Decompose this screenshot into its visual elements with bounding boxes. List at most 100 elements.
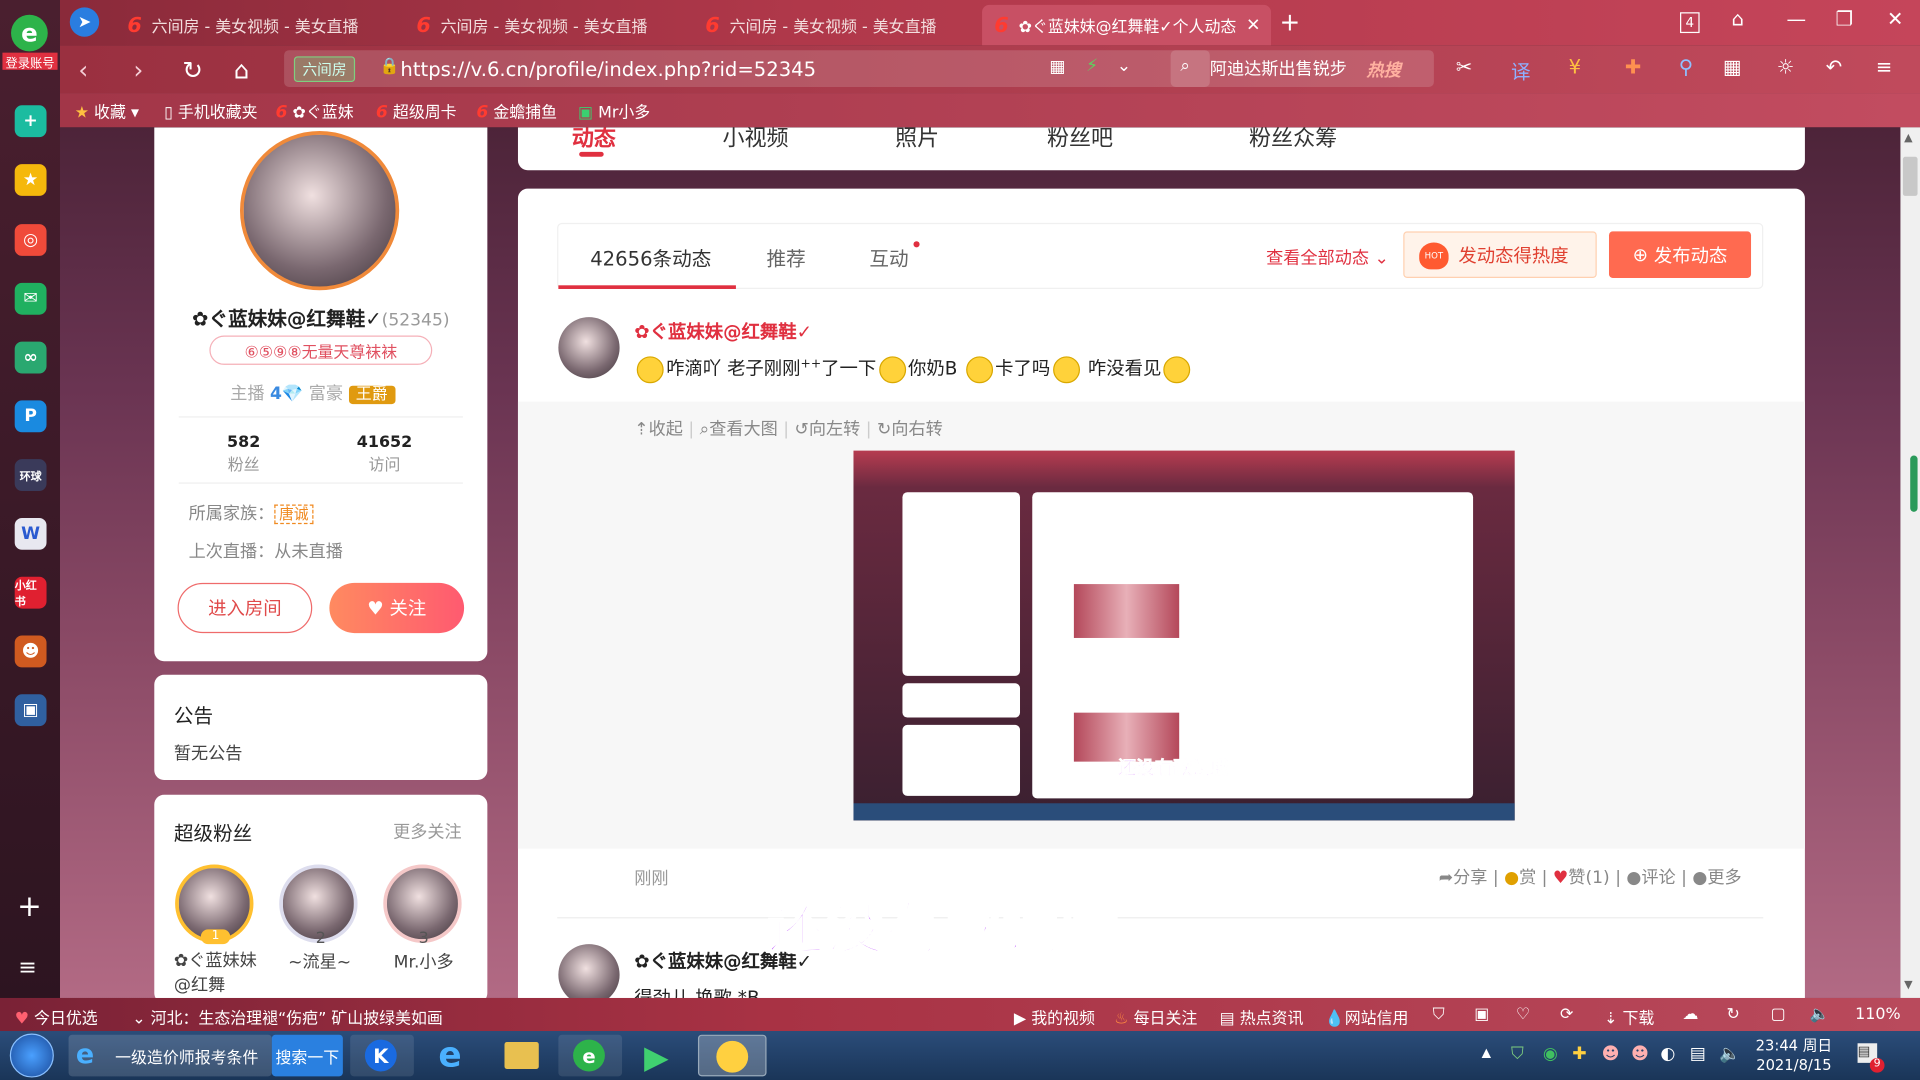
bookmark-fishing[interactable]: 6 金蟾捕鱼 (476, 99, 557, 123)
taskbar-browser[interactable]: e (558, 1034, 623, 1077)
hot-news[interactable]: ▤ 热点资讯 (1220, 1005, 1304, 1028)
taskbar-player[interactable]: ▶ (627, 1035, 691, 1077)
share-button[interactable]: ➦分享 (1439, 868, 1488, 888)
back-icon[interactable]: ‹ (78, 55, 88, 84)
fan-name-3[interactable]: Mr.小多 (381, 949, 467, 973)
dropdown-icon[interactable]: ⌄ (1117, 56, 1131, 76)
post-author[interactable]: ✿ぐ蓝妹妹@红舞鞋✓ (634, 318, 812, 344)
url-input[interactable]: 六间房 🔒 https://v.6.cn/profile/index.php?r… (284, 50, 1210, 87)
nav-crowdfunding[interactable]: 粉丝众筹 (1249, 127, 1337, 153)
post-avatar[interactable] (558, 317, 620, 379)
add-app-icon[interactable]: + (17, 889, 42, 923)
hot-search-label[interactable]: 热搜 (1367, 58, 1401, 82)
fan-name-1[interactable]: ✿ぐ蓝妹妹@红舞 (174, 949, 260, 998)
window-icon[interactable]: ▢ (1771, 1005, 1786, 1023)
scroll-up-icon[interactable]: ▲ (1904, 132, 1912, 144)
lightning-icon[interactable]: ⚡ (1086, 56, 1098, 76)
new-tab-icon[interactable]: + (1280, 7, 1301, 36)
redbook-icon[interactable]: 小红书 (14, 576, 47, 609)
scroll-down-icon[interactable]: ▼ (1904, 980, 1912, 992)
menu-icon[interactable]: ≡ (1876, 55, 1892, 78)
collapse-tool[interactable]: ⇡收起 (634, 420, 683, 440)
start-button[interactable] (9, 1033, 54, 1078)
daily-picks[interactable]: ♥ 今日优选 (15, 1005, 98, 1028)
cloud-icon[interactable]: ☁ (1682, 1005, 1698, 1023)
daily-follow[interactable]: ♨ 每日关注 (1114, 1005, 1197, 1028)
bookmark-mobile[interactable]: ▯ 手机收藏夹 (164, 99, 257, 122)
bookmark-lanmei[interactable]: 6 ✿ぐ蓝妹 (276, 99, 354, 123)
tab-2[interactable]: 6 六间房 - 美女视频 - 美女直播 (404, 5, 693, 45)
visits-stat[interactable]: 41652 访问 (350, 433, 419, 475)
tray-expand-icon[interactable]: ▲ (1482, 1047, 1491, 1060)
nav-dynamic[interactable]: 动态 (572, 127, 616, 153)
send-icon[interactable]: ➤ (69, 7, 100, 37)
undo-icon[interactable]: ↶ (1826, 55, 1842, 78)
word-icon[interactable]: W (14, 517, 47, 550)
tray-volume-icon[interactable]: 🔈 (1719, 1044, 1740, 1064)
rotate-left-tool[interactable]: ↺向左转 (794, 420, 860, 440)
tab-recommend[interactable]: 推荐 (767, 242, 806, 271)
hot-post-button[interactable]: HOT 发动态得热度 (1403, 231, 1597, 278)
side-handle[interactable] (1910, 455, 1918, 512)
nav-videos[interactable]: 小视频 (722, 127, 788, 153)
page-scrollbar[interactable]: ▲ ▼ (1900, 127, 1920, 998)
find-icon[interactable]: ⚲ (1679, 55, 1693, 78)
rotate-right-tool[interactable]: ↻向右转 (877, 420, 943, 440)
tab-1[interactable]: 6 六间房 - 美女视频 - 美女直播 (115, 5, 404, 45)
view-all-dropdown[interactable]: 查看全部动态 ⌄ (1266, 245, 1389, 269)
heart-outline-icon[interactable]: ♡ (1516, 1005, 1530, 1023)
taskbar-ie[interactable]: e (421, 1035, 485, 1077)
family-badge[interactable]: 唐诚 (274, 504, 314, 525)
comment-button[interactable]: ●评论 (1626, 868, 1675, 888)
clock[interactable]: 23:44 周日 2021/8/15 (1751, 1036, 1837, 1075)
restore-icon[interactable]: ❐ (1836, 7, 1854, 30)
tab-3[interactable]: 6 六间房 - 美女视频 - 美女直播 (693, 5, 982, 45)
view-large-tool[interactable]: ⌕查看大图 (700, 420, 778, 440)
like-button[interactable]: ♥赞(1) (1553, 868, 1610, 888)
game2-icon[interactable]: ☻ (14, 635, 47, 668)
coin-icon[interactable]: ¥ (1569, 55, 1581, 78)
refresh-icon[interactable]: ↻ (1727, 1005, 1740, 1023)
speed-icon[interactable]: ⟳ (1560, 1005, 1573, 1023)
reward-button[interactable]: ●赏 (1504, 868, 1536, 888)
minimize-icon[interactable]: — (1787, 7, 1807, 30)
scissors-icon[interactable]: ✂ (1456, 55, 1472, 78)
tab-4-active[interactable]: 6 ✿ぐ蓝妹妹@红舞鞋✓个人动态 ✕ (982, 4, 1272, 46)
bookmark-supercard[interactable]: 6 超级周卡 (376, 99, 457, 123)
scroll-thumb[interactable] (1902, 156, 1918, 196)
taskbar-search-button[interactable]: 搜索一下 (271, 1034, 343, 1077)
mail-icon[interactable]: ✉ (14, 282, 47, 315)
fans-stat[interactable]: 582 粉丝 (213, 433, 274, 475)
brightness-icon[interactable]: ☼ (1777, 55, 1795, 78)
my-videos[interactable]: ▶ 我的视频 (1014, 1005, 1095, 1028)
download-button[interactable]: ⇣ 下载 (1604, 1005, 1654, 1028)
qr-icon[interactable]: ▦ (1049, 58, 1065, 78)
tray-app-icon[interactable]: ◐ (1660, 1044, 1675, 1064)
taskbar-k-app[interactable]: K (350, 1034, 414, 1077)
tab-all-posts[interactable]: 42656条动态 (590, 242, 711, 271)
tray-browser-icon[interactable]: ◉ (1543, 1044, 1558, 1064)
nav-fan-forum[interactable]: 粉丝吧 (1047, 127, 1113, 153)
tray-qq2-icon[interactable]: ☻ (1631, 1044, 1649, 1064)
tab-count-badge[interactable]: 4 (1680, 12, 1700, 34)
search-input[interactable]: ⌕ 阿迪达斯出售锐步 热搜 (1170, 50, 1434, 87)
shield-icon[interactable]: ⛉ (1433, 1005, 1445, 1023)
taskbar-ie-window[interactable]: e 一级造价师报考条件 (68, 1034, 272, 1077)
nav-photos[interactable]: 照片 (895, 127, 939, 153)
reload-icon[interactable]: ↻ (182, 55, 203, 84)
home-icon[interactable]: ⌂ (234, 55, 250, 84)
weibo-icon[interactable]: ◎ (14, 224, 47, 256)
favorites-star-icon[interactable]: ★ (14, 164, 47, 196)
game3-icon[interactable]: ▣ (14, 694, 47, 727)
news-ticker[interactable]: ⌄ 河北：生态治理褪“伤疤” 矿山披绿美如画 (132, 1005, 443, 1028)
taskbar-explorer[interactable] (490, 1035, 554, 1077)
login-account-button[interactable]: 登录账号 (2, 52, 58, 70)
shirt-icon[interactable]: ⌂ (1731, 7, 1743, 30)
publish-post-button[interactable]: ⊕ 发布动态 (1608, 231, 1752, 278)
tray-plus-icon[interactable]: ✚ (1572, 1044, 1586, 1064)
game-app-icon[interactable]: 环球 (14, 459, 47, 492)
cloud-icon[interactable]: ∞ (14, 341, 47, 374)
forward-icon[interactable]: › (133, 55, 143, 84)
post2-avatar[interactable] (558, 944, 620, 998)
volume-icon[interactable]: 🔈 (1810, 1005, 1830, 1023)
